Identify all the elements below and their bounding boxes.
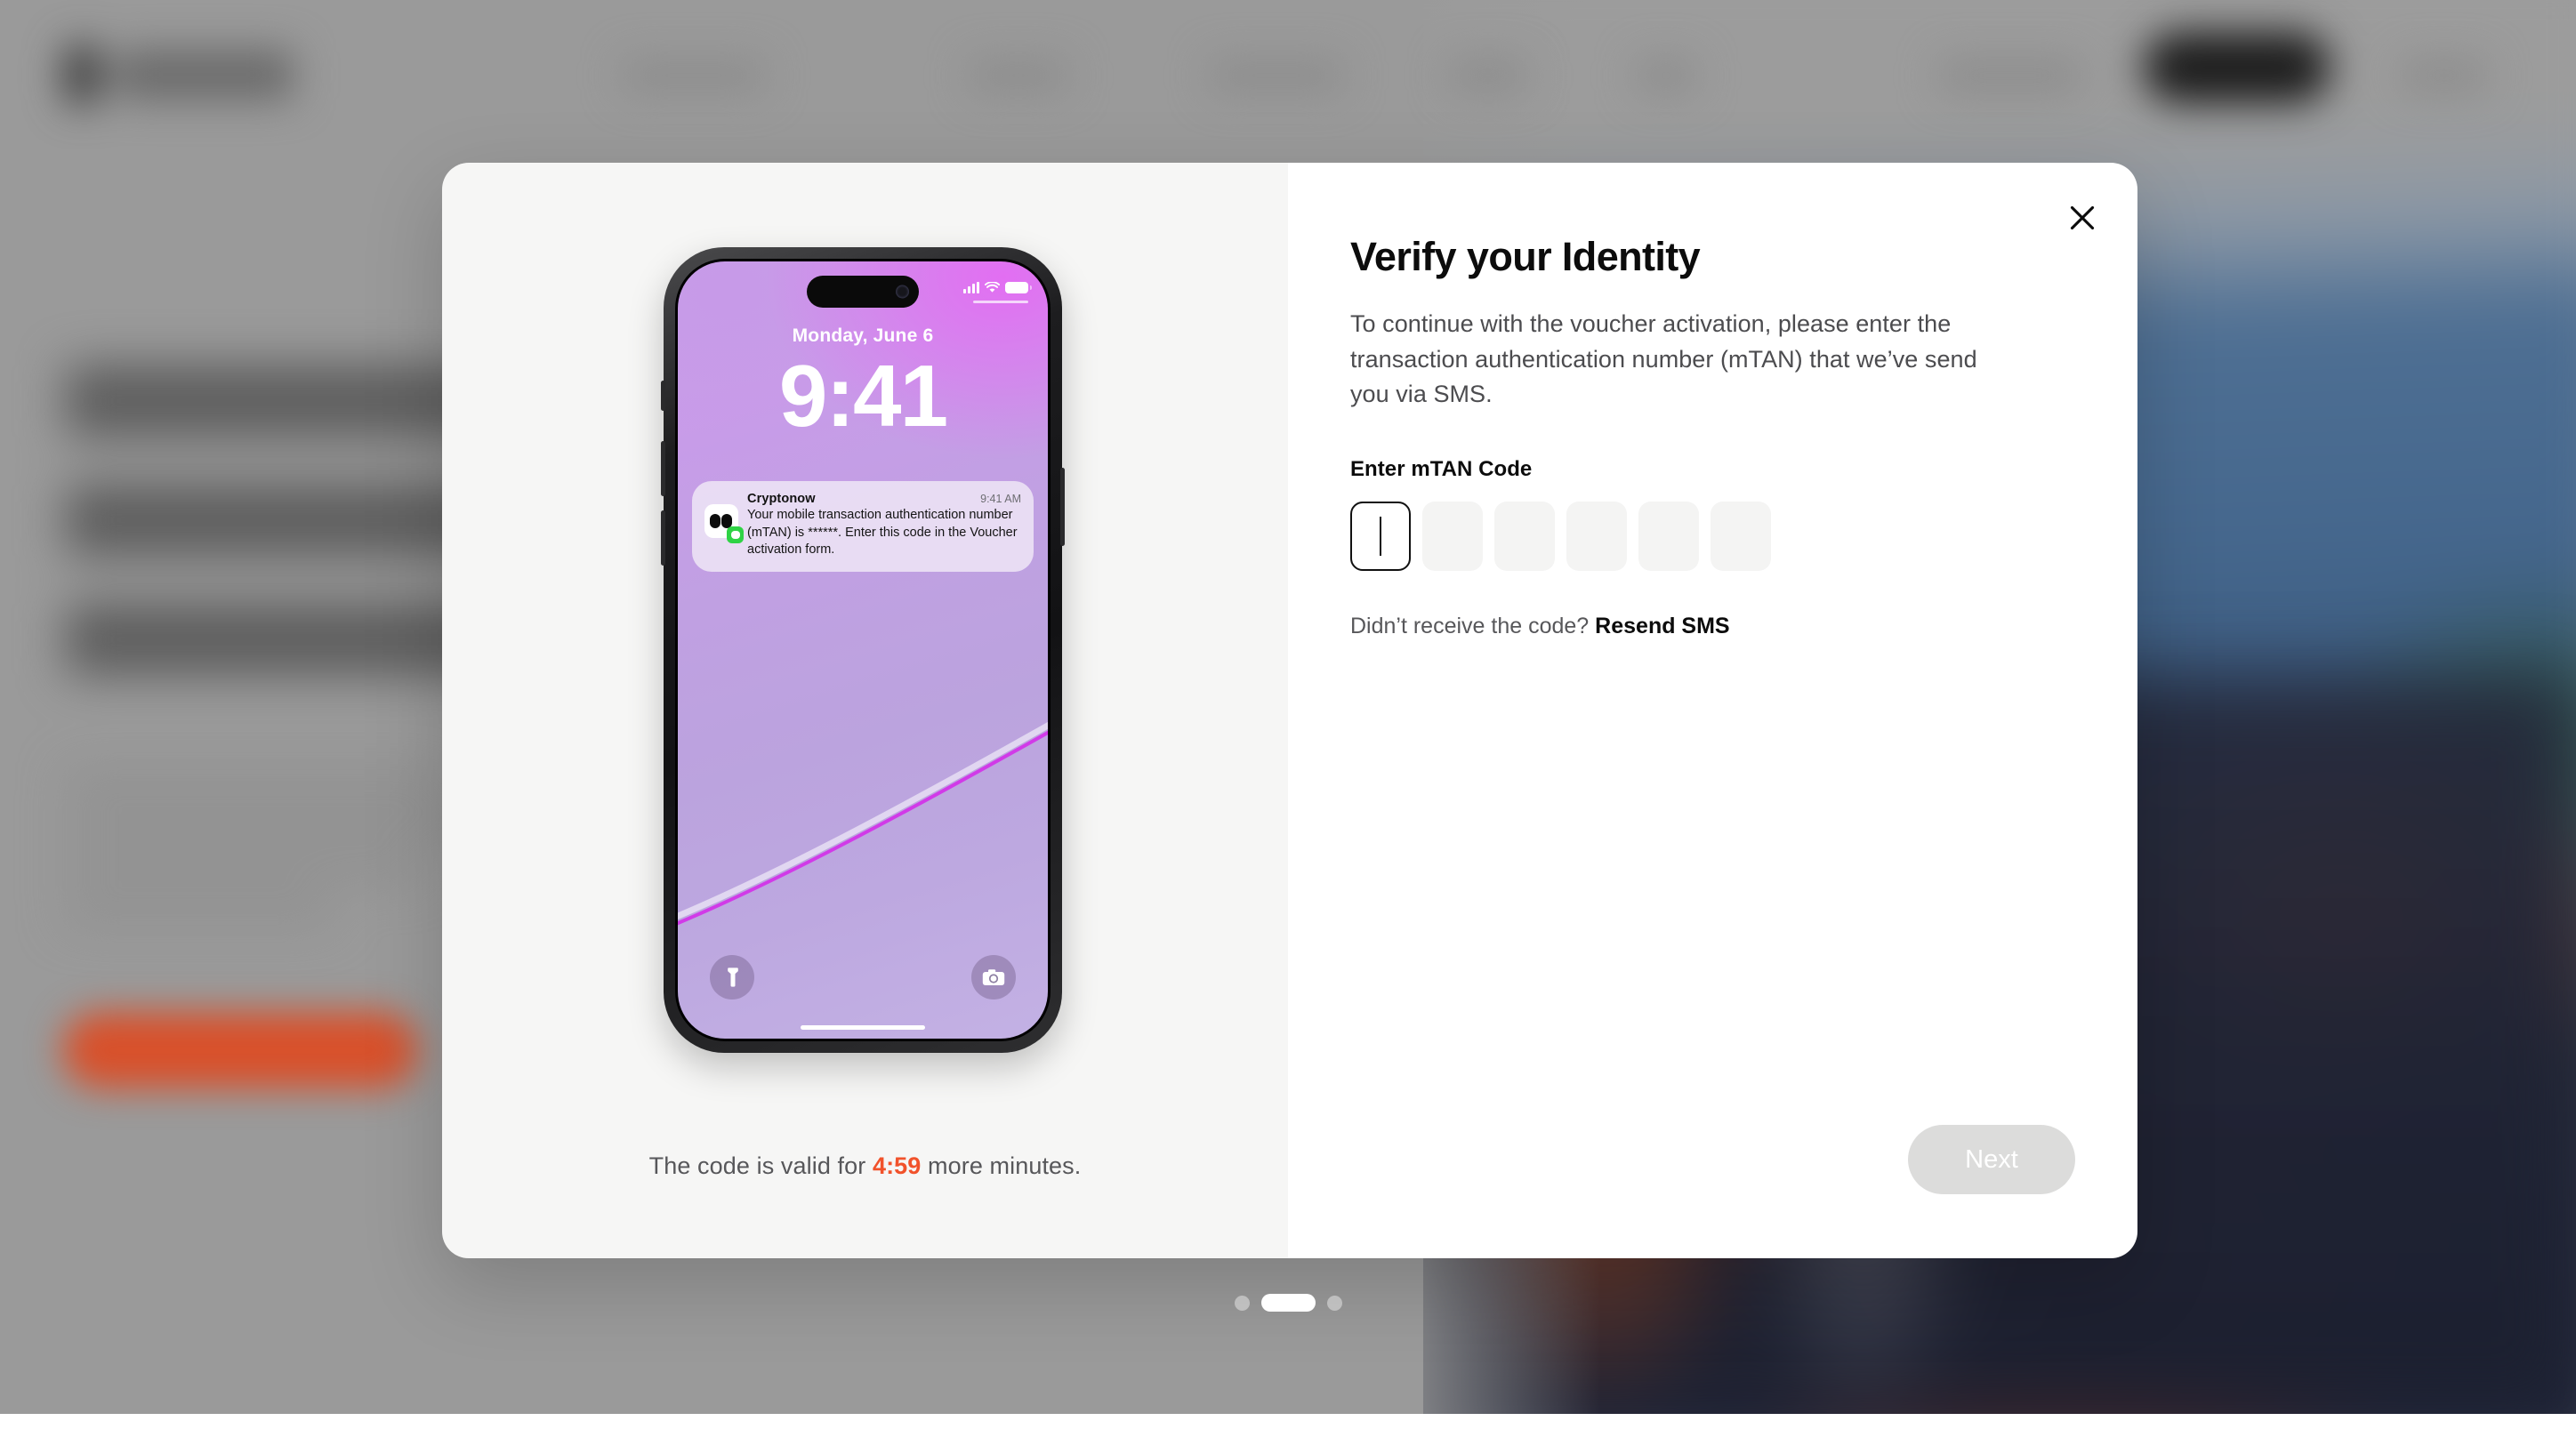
- phone-frame: Monday, June 6 9:41 Cryptonow 9:41 AM Yo…: [661, 247, 1065, 1053]
- carousel-dot-1[interactable]: [1260, 1294, 1316, 1312]
- mtan-digit-4[interactable]: [1638, 502, 1699, 572]
- page-subtitle: To continue with the voucher activation,…: [1350, 310, 1977, 408]
- sms-notification[interactable]: Cryptonow 9:41 AM Your mobile transactio…: [692, 481, 1034, 573]
- mtan-digit-5[interactable]: [1711, 502, 1771, 572]
- mtan-field-label: Enter mTAN Code: [1350, 457, 1533, 482]
- resend-prompt: Didn’t receive the code?: [1350, 614, 1590, 639]
- text-caret: [1380, 517, 1381, 557]
- phone-volume-up-button: [661, 441, 665, 496]
- carousel-dot-2[interactable]: [1326, 1295, 1342, 1311]
- phone-bezel: Monday, June 6 9:41 Cryptonow 9:41 AM Yo…: [675, 259, 1051, 1041]
- phone-lock-screen: Monday, June 6 9:41 Cryptonow 9:41 AM Yo…: [678, 261, 1048, 1039]
- background-lang-switch: [2402, 59, 2487, 92]
- form-body: Verify your Identity To continue with th…: [1350, 234, 2075, 639]
- front-camera-icon: [896, 285, 909, 299]
- validity-timer: 4:59: [872, 1152, 922, 1179]
- status-bar-underline: [973, 301, 1028, 303]
- battery-icon: [1005, 282, 1032, 293]
- viewport: Monday, June 6 9:41 Cryptonow 9:41 AM Yo…: [0, 0, 2576, 1414]
- code-validity-text: The code is valid for 4:59 more minutes.: [442, 1152, 1288, 1180]
- messages-badge-icon: [727, 526, 744, 543]
- page-root: Monday, June 6 9:41 Cryptonow 9:41 AM Yo…: [0, 0, 2576, 1437]
- notification-header: Cryptonow 9:41 AM: [747, 492, 1021, 506]
- background-nav-item-2: [1210, 59, 1343, 92]
- background-nav-item-0: [623, 59, 765, 92]
- phone-mockup: Monday, June 6 9:41 Cryptonow 9:41 AM Yo…: [661, 247, 1065, 1053]
- camera-icon[interactable]: [971, 955, 1016, 999]
- background-nav-item-3: [1450, 59, 1526, 92]
- mtan-digit-2[interactable]: [1494, 502, 1555, 572]
- phone-power-button: [1060, 468, 1065, 546]
- dynamic-island: [807, 276, 919, 308]
- mtan-digit-0[interactable]: [1350, 502, 1411, 572]
- modal-right-panel: Verify your Identity To continue with th…: [1288, 163, 2137, 1258]
- brand-wordmark: [116, 50, 294, 100]
- modal-left-panel: Monday, June 6 9:41 Cryptonow 9:41 AM Yo…: [442, 163, 1288, 1258]
- background-primary-cta: [62, 1012, 418, 1088]
- resend-row: Didn’t receive the code? Resend SMS: [1350, 614, 2075, 639]
- cryptonow-app-icon: [704, 504, 744, 543]
- page-title: Verify your Identity: [1350, 234, 1701, 279]
- home-indicator: [801, 1025, 925, 1030]
- verify-identity-modal: Monday, June 6 9:41 Cryptonow 9:41 AM Yo…: [442, 163, 2137, 1258]
- validity-prefix: The code is valid for: [648, 1152, 866, 1179]
- notification-message: Your mobile transaction authentication n…: [747, 508, 1018, 558]
- brand-logo-icon: [64, 43, 100, 107]
- next-button[interactable]: Next: [1908, 1125, 2075, 1194]
- notification-app-name: Cryptonow: [747, 492, 816, 506]
- wifi-icon: [984, 281, 1001, 293]
- flashlight-icon[interactable]: [710, 955, 754, 999]
- validity-suffix: more minutes.: [928, 1152, 1082, 1179]
- notification-body: Cryptonow 9:41 AM Your mobile transactio…: [747, 492, 1021, 559]
- background-cta-button: [2144, 32, 2330, 103]
- lock-screen-time: 9:41: [778, 347, 948, 445]
- mtan-code-input[interactable]: [1350, 502, 2075, 572]
- wallpaper-swoosh: [678, 688, 1048, 955]
- carousel-dot-0[interactable]: [1234, 1295, 1250, 1311]
- mtan-digit-1[interactable]: [1422, 502, 1483, 572]
- resend-sms-link[interactable]: Resend SMS: [1595, 614, 1729, 638]
- phone-status-bar: [963, 281, 1032, 293]
- background-header: [0, 0, 2576, 162]
- background-secondary-action: [1939, 59, 2081, 92]
- phone-silent-switch: [661, 381, 665, 411]
- notification-timestamp: 9:41 AM: [980, 493, 1021, 505]
- background-nav-item-1: [970, 59, 1067, 92]
- cellular-signal-icon: [963, 282, 979, 293]
- page-bottom-strip: [0, 1414, 2576, 1437]
- background-nav-item-4: [1637, 59, 1695, 92]
- carousel-pagination: [0, 1294, 2576, 1312]
- phone-volume-down-button: [661, 510, 665, 566]
- mtan-digit-3[interactable]: [1566, 502, 1627, 572]
